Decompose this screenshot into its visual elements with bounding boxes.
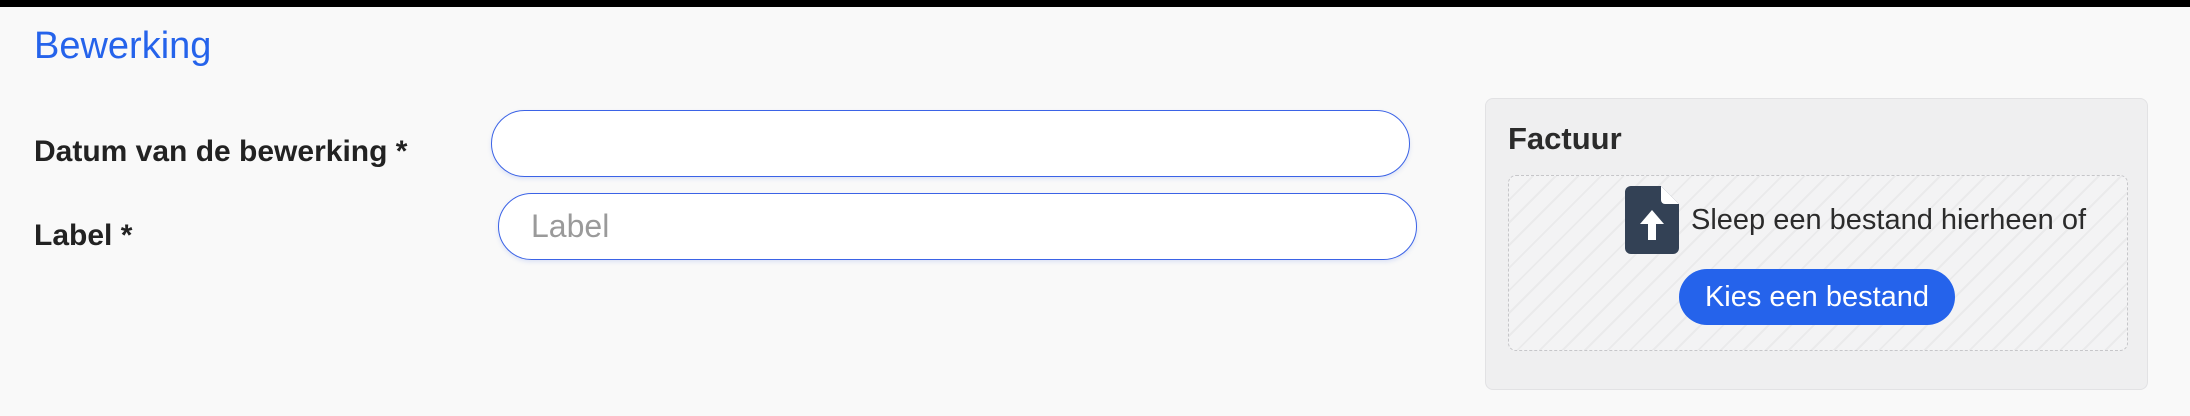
top-border — [0, 0, 2190, 7]
invoice-title: Factuur — [1508, 121, 1622, 156]
dropzone-text: Sleep een bestand hierheen of — [1691, 204, 2087, 236]
file-dropzone[interactable]: Sleep een bestand hierheen of Kies een b… — [1508, 175, 2128, 351]
choose-file-button[interactable]: Kies een bestand — [1679, 269, 1955, 325]
label-input[interactable] — [498, 193, 1417, 260]
invoice-panel: Factuur Sleep een bestand hierheen of Ki… — [1485, 98, 2148, 390]
date-input[interactable] — [491, 110, 1410, 177]
section-title: Bewerking — [34, 25, 212, 67]
file-upload-icon — [1625, 186, 1679, 254]
date-field-label: Datum van de bewerking * — [34, 135, 408, 168]
label-field-label: Label * — [34, 219, 133, 252]
